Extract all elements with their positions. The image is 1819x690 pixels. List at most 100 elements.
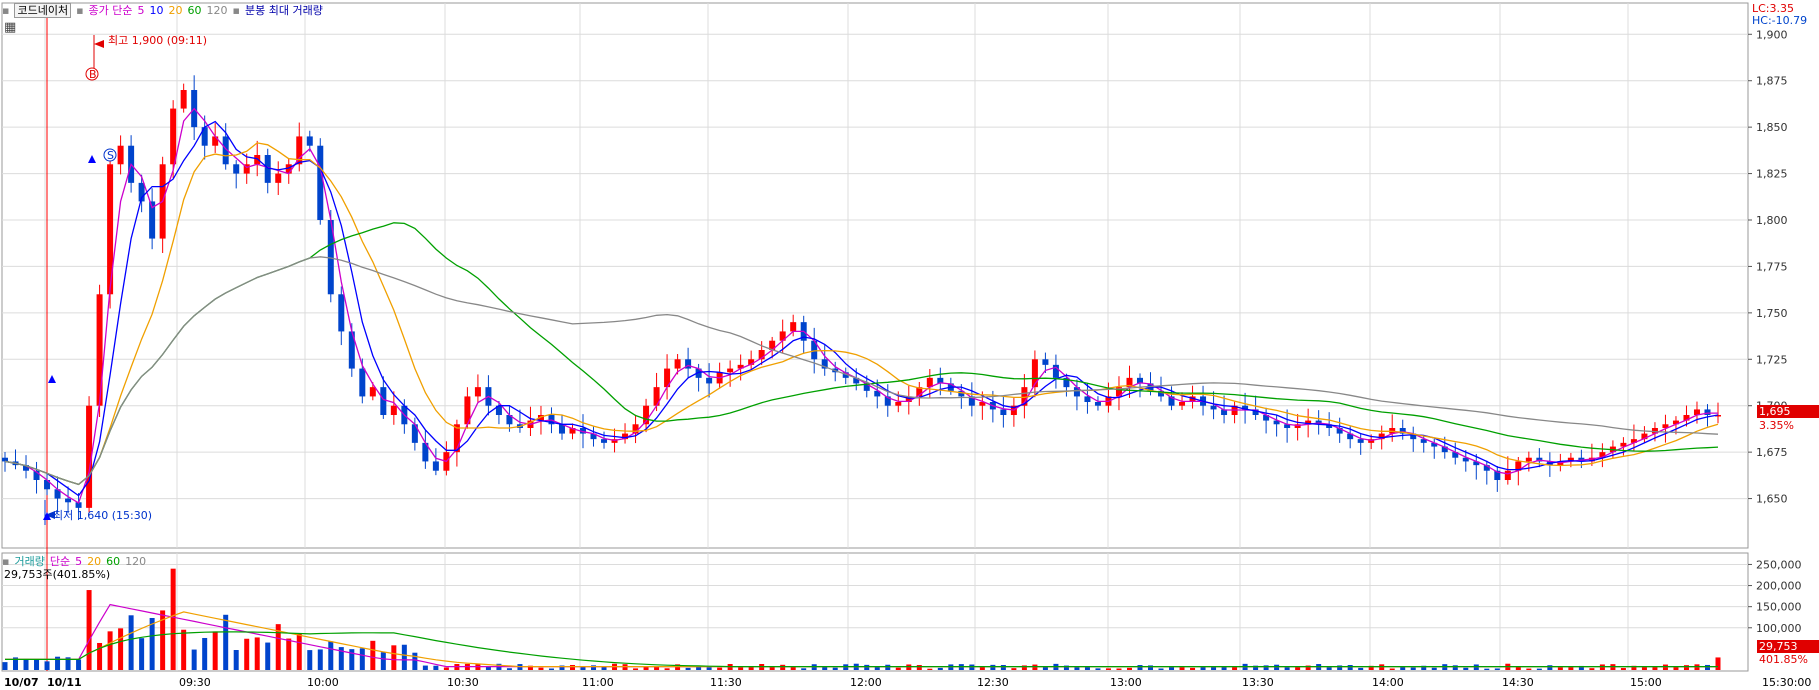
volume-bar — [738, 667, 744, 670]
volume-bar — [1137, 665, 1143, 670]
stock-name[interactable]: 코드네이처 — [14, 3, 72, 18]
candle-body — [2, 457, 8, 462]
candle-body — [233, 164, 240, 174]
candle-body — [317, 145, 324, 220]
volume-tick-label: 150,000 — [1756, 601, 1802, 614]
volume-bar — [86, 590, 92, 670]
volume-bar — [906, 664, 912, 670]
volume-bar — [927, 668, 933, 670]
candle-body — [380, 387, 387, 415]
ma5-line — [4, 107, 1718, 504]
volume-bar — [1389, 668, 1395, 670]
volume-bar — [916, 665, 922, 670]
volume-bar — [1095, 668, 1101, 670]
volume-bar — [149, 617, 155, 670]
up-arrow-icon — [48, 375, 56, 383]
candle-body — [1084, 396, 1091, 402]
high-arrow-icon — [94, 40, 104, 48]
volume-bar — [76, 659, 82, 670]
volume-bar — [1169, 667, 1175, 670]
y-tick-label: 1,800 — [1756, 214, 1788, 227]
volume-bar — [1473, 664, 1479, 670]
volume-tick-label: 250,000 — [1756, 558, 1802, 571]
extra-legend: 분봉 최대 거래량 — [245, 4, 323, 17]
stock-chart: 10/07 10/11 09:30 10:00 10:30 11:00 11:30 12:00… — [1, 2, 1811, 689]
x-tick-label: 09:30 — [179, 676, 211, 689]
volume-bar — [937, 667, 943, 670]
volume-bar — [1704, 664, 1710, 670]
volume-bar — [990, 664, 996, 670]
volume-bar — [1536, 668, 1542, 670]
candle-body — [674, 359, 681, 369]
ma20-label: 20 — [168, 4, 183, 17]
ma5-label: 5 — [137, 4, 145, 17]
volume-bar — [1347, 665, 1353, 670]
volume-bar — [139, 638, 145, 670]
volume-bar — [1683, 665, 1689, 670]
volume-bar — [1599, 664, 1605, 670]
volume-bar — [1284, 667, 1290, 670]
candle-body — [117, 145, 124, 165]
y-tick-label: 1,900 — [1756, 28, 1788, 41]
x-tick-label: 10/07 — [4, 676, 39, 689]
x-tick-label: 13:30 — [1242, 676, 1274, 689]
candle-body — [359, 368, 366, 397]
ma120-label: 120 — [206, 4, 228, 17]
volume-bar — [538, 667, 544, 670]
volume-bar — [1126, 667, 1132, 670]
grip-icon: ▪ — [232, 4, 240, 17]
volume-bar — [1589, 668, 1595, 670]
volume-bar — [1190, 667, 1196, 670]
up-arrow-icon — [88, 155, 96, 163]
volume-bar — [1463, 667, 1469, 670]
ma60-label: 60 — [187, 4, 202, 17]
candle-body — [1704, 409, 1711, 415]
volume-tag: 29,753 — [1757, 640, 1819, 653]
candle-body — [1525, 457, 1532, 462]
volume-bar — [244, 638, 250, 670]
volume-bar — [1431, 667, 1437, 670]
volume-bar — [1105, 668, 1111, 670]
volume-bar — [380, 652, 386, 670]
volume-tag-pct: 401.85% — [1759, 653, 1808, 666]
volume-bar — [1484, 668, 1490, 670]
y-tick-label: 1,725 — [1756, 353, 1788, 366]
volume-bar — [1000, 664, 1006, 670]
y-tick-label: 1,875 — [1756, 75, 1788, 88]
volume-bar — [1326, 667, 1332, 670]
volume-bar — [1179, 667, 1185, 670]
volume-bar — [801, 668, 807, 670]
candle-body — [390, 405, 397, 415]
x-tick-label: 15:30:00 — [1762, 676, 1811, 689]
volume-bar — [790, 666, 796, 670]
low-annotation: 최저 1,640 (15:30) — [53, 509, 153, 522]
volume-bar — [1515, 666, 1521, 670]
volume-bar — [1526, 668, 1532, 670]
price-legend: ▪ 코드네이처 ▪ 종가 단순 5 10 20 60 120 ▪ 분봉 최대 거래량 — [2, 2, 328, 18]
volume-bar — [548, 668, 554, 670]
sell-marker-label: S — [107, 149, 114, 162]
table-icon[interactable]: ▦ — [4, 20, 16, 35]
volume-bar — [1410, 667, 1416, 670]
x-tick-label: 12:00 — [850, 676, 882, 689]
volume-bar — [2, 662, 8, 670]
candle-body — [1504, 470, 1511, 480]
volume-bar — [1547, 665, 1553, 670]
volume-bar — [328, 641, 334, 670]
volume-bar — [569, 664, 575, 670]
volume-summary: 29,753주(401.85%) — [4, 568, 111, 581]
y-tick-label: 1,675 — [1756, 446, 1788, 459]
volume-bar — [643, 666, 649, 670]
volume-bar — [433, 665, 439, 670]
x-tick-label: 10/11 — [47, 676, 82, 689]
x-tick-label: 13:00 — [1110, 676, 1142, 689]
vma120-label: 120 — [125, 555, 147, 568]
volume-bar — [717, 667, 723, 670]
candle-body — [254, 155, 261, 165]
y-tick-label: 1,650 — [1756, 493, 1788, 506]
volume-bar — [296, 633, 302, 670]
hc-info: HC:-10.79 — [1752, 14, 1808, 27]
ma-label: 종가 단순 — [88, 4, 133, 17]
grip-icon: ▪ — [2, 4, 10, 17]
volume-bar — [1158, 668, 1164, 670]
